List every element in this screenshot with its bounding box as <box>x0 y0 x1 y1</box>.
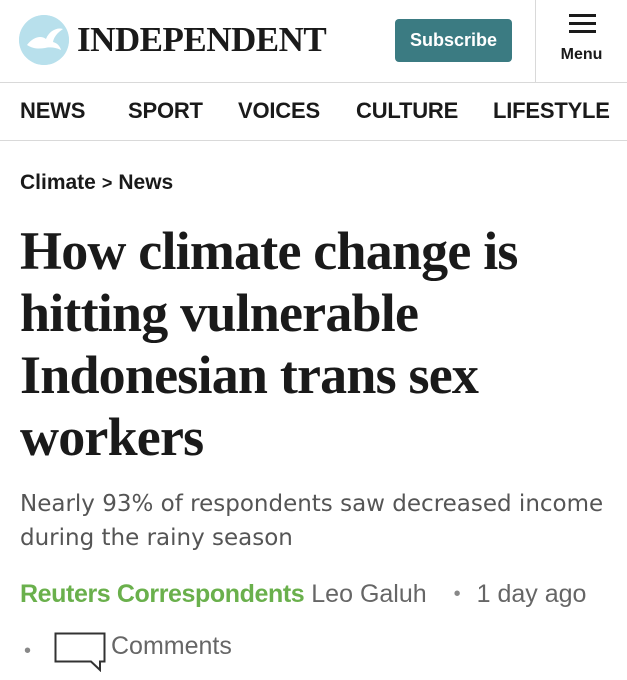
site-wordmark[interactable]: INDEPENDENT <box>77 18 327 62</box>
breadcrumb: Climate > News <box>20 171 173 195</box>
subscribe-button[interactable]: Subscribe <box>395 19 512 62</box>
byline-timestamp: 1 day ago <box>476 580 587 608</box>
nav-item-sport[interactable]: SPORT <box>128 98 203 124</box>
breadcrumb-item-news[interactable]: News <box>118 171 173 194</box>
menu-button[interactable]: Menu <box>536 0 627 83</box>
comments-label: Comments <box>111 632 232 660</box>
breadcrumb-item-climate[interactable]: Climate <box>20 171 96 194</box>
speech-bubble-icon <box>54 632 106 672</box>
byline-separator-dot: • <box>453 583 461 605</box>
nav-item-culture[interactable]: CULTURE <box>356 98 458 124</box>
hamburger-menu-icon <box>569 14 596 34</box>
article-headline: How climate change is hitting vulnerable… <box>20 221 518 467</box>
site-header: INDEPENDENT Subscribe Menu <box>0 0 627 83</box>
eagle-logo-icon[interactable] <box>19 15 69 65</box>
byline-agency-link[interactable]: Reuters Correspondents <box>20 580 305 608</box>
menu-label: Menu <box>560 46 603 63</box>
nav-item-voices[interactable]: VOICES <box>238 98 320 124</box>
comments-separator-dot: • <box>24 640 32 662</box>
nav-item-lifestyle[interactable]: LIFESTYLE <box>493 98 610 124</box>
article-byline: Reuters Correspondents Leo Galuh • 1 day … <box>20 580 586 609</box>
nav-item-news[interactable]: NEWS <box>20 98 85 124</box>
breadcrumb-separator: > <box>101 173 113 193</box>
comments-link[interactable]: • Comments <box>20 628 320 672</box>
section-nav: NEWS SPORT VOICES CULTURE LIFESTYLE <box>0 84 627 141</box>
article-standfirst: Nearly 93% of respondents saw decreased … <box>20 491 604 551</box>
byline-author[interactable]: Leo Galuh <box>311 580 426 608</box>
